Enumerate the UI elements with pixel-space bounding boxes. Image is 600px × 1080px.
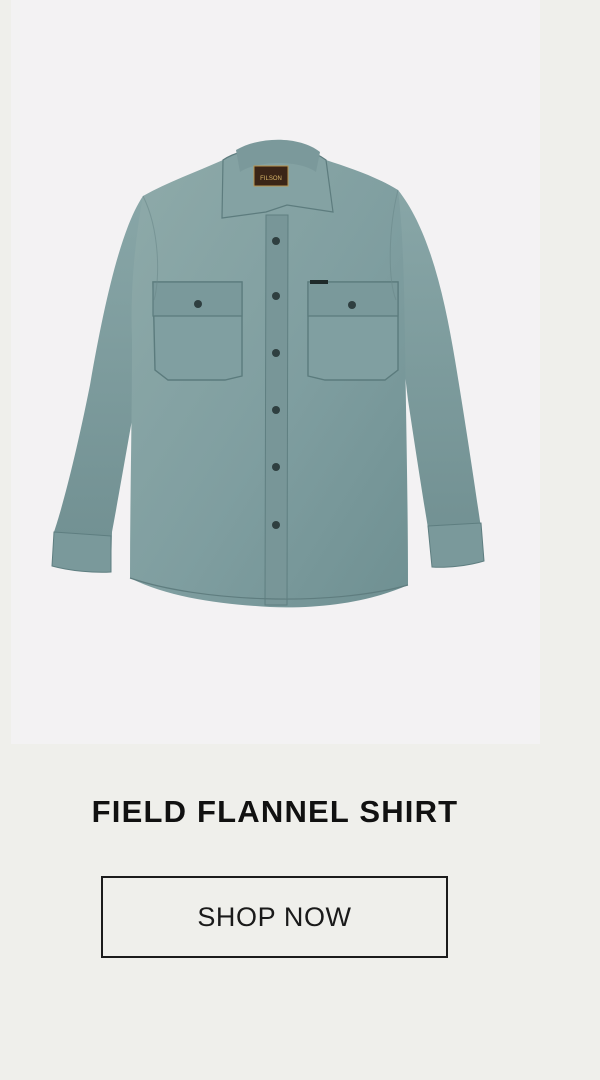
shirt-button-icon bbox=[272, 406, 280, 414]
pocket-button-icon bbox=[348, 301, 356, 309]
shirt-button-icon bbox=[272, 292, 280, 300]
product-image[interactable]: FILSON bbox=[11, 0, 540, 744]
shirt-button-icon bbox=[272, 521, 280, 529]
brand-label-text: FILSON bbox=[260, 176, 282, 182]
right-sleeve bbox=[398, 190, 483, 567]
product-title: FIELD FLANNEL SHIRT bbox=[91, 794, 459, 829]
left-pocket-flap bbox=[152, 281, 243, 317]
right-pocket-flap bbox=[307, 281, 399, 317]
shirt-button-icon bbox=[272, 463, 280, 471]
product-card: FILSON FIELD FLANNEL SHIRT SHOP NOW bbox=[0, 0, 600, 1080]
left-cuff bbox=[51, 531, 112, 573]
shirt-illustration: FILSON bbox=[51, 139, 485, 608]
shirt-button-icon bbox=[272, 349, 280, 357]
shirt-button-icon bbox=[272, 237, 280, 245]
pocket-tab-icon bbox=[310, 280, 328, 284]
right-cuff bbox=[427, 522, 485, 568]
pocket-button-icon bbox=[194, 300, 202, 308]
shop-now-button[interactable]: SHOP NOW bbox=[101, 876, 448, 958]
